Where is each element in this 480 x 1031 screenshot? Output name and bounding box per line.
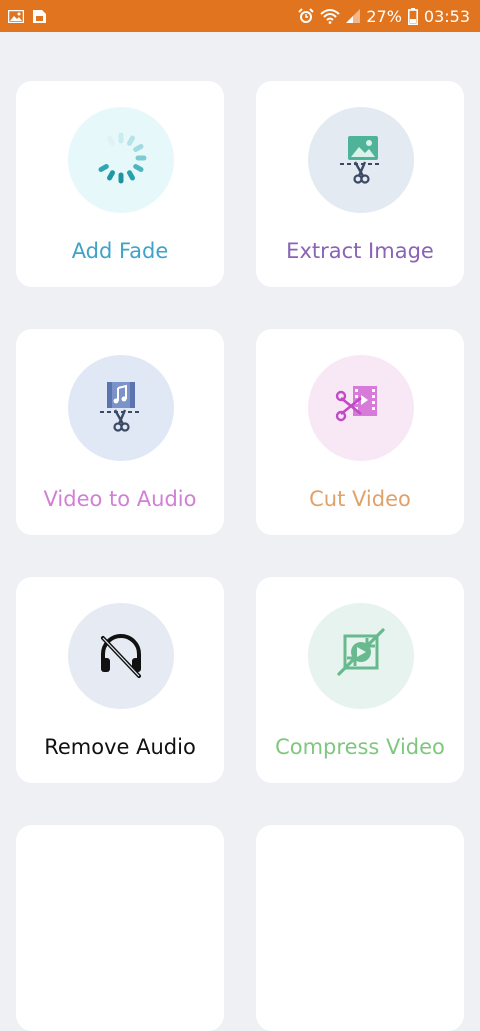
wifi-icon	[320, 8, 340, 24]
status-bar: 27% 03:53	[0, 0, 480, 32]
tool-card-add-fade[interactable]: Add Fade	[16, 81, 224, 287]
compress-icon	[331, 624, 391, 689]
tool-icon-circle	[308, 355, 414, 461]
video-audio-scissors-icon	[91, 376, 151, 441]
sim-icon	[32, 9, 47, 24]
tool-label-compress-video: Compress Video	[275, 735, 445, 759]
tool-icon-circle	[68, 603, 174, 709]
clock-time: 03:53	[423, 6, 470, 26]
tool-label-add-fade: Add Fade	[71, 239, 169, 263]
tool-icon-circle	[308, 603, 414, 709]
battery-percent: 27%	[366, 6, 402, 26]
tool-icon-circle	[308, 107, 414, 213]
tool-card-partial-right[interactable]	[256, 825, 464, 1031]
fade-spinner-icon	[91, 128, 151, 193]
battery-icon	[407, 7, 418, 25]
tool-card-partial-left[interactable]	[16, 825, 224, 1031]
tool-label-remove-audio: Remove Audio	[44, 735, 196, 759]
tool-icon-circle	[68, 107, 174, 213]
tool-label-cut-video: Cut Video	[309, 487, 411, 511]
signal-icon	[346, 9, 361, 23]
film-scissors-icon	[331, 376, 391, 441]
alarm-icon	[298, 8, 315, 24]
tool-label-extract-image: Extract Image	[286, 239, 434, 263]
tool-card-video-to-audio[interactable]: Video to Audio	[16, 329, 224, 535]
tool-card-extract-image[interactable]: Extract Image	[256, 81, 464, 287]
image-icon	[8, 9, 24, 23]
tool-card-cut-video[interactable]: Cut Video	[256, 329, 464, 535]
headphones-off-icon	[91, 624, 151, 689]
tool-card-remove-audio[interactable]: Remove Audio	[16, 577, 224, 783]
tool-label-video-to-audio: Video to Audio	[43, 487, 197, 511]
image-scissors-icon	[331, 128, 391, 193]
tool-card-compress-video[interactable]: Compress Video	[256, 577, 464, 783]
tool-icon-circle	[68, 355, 174, 461]
